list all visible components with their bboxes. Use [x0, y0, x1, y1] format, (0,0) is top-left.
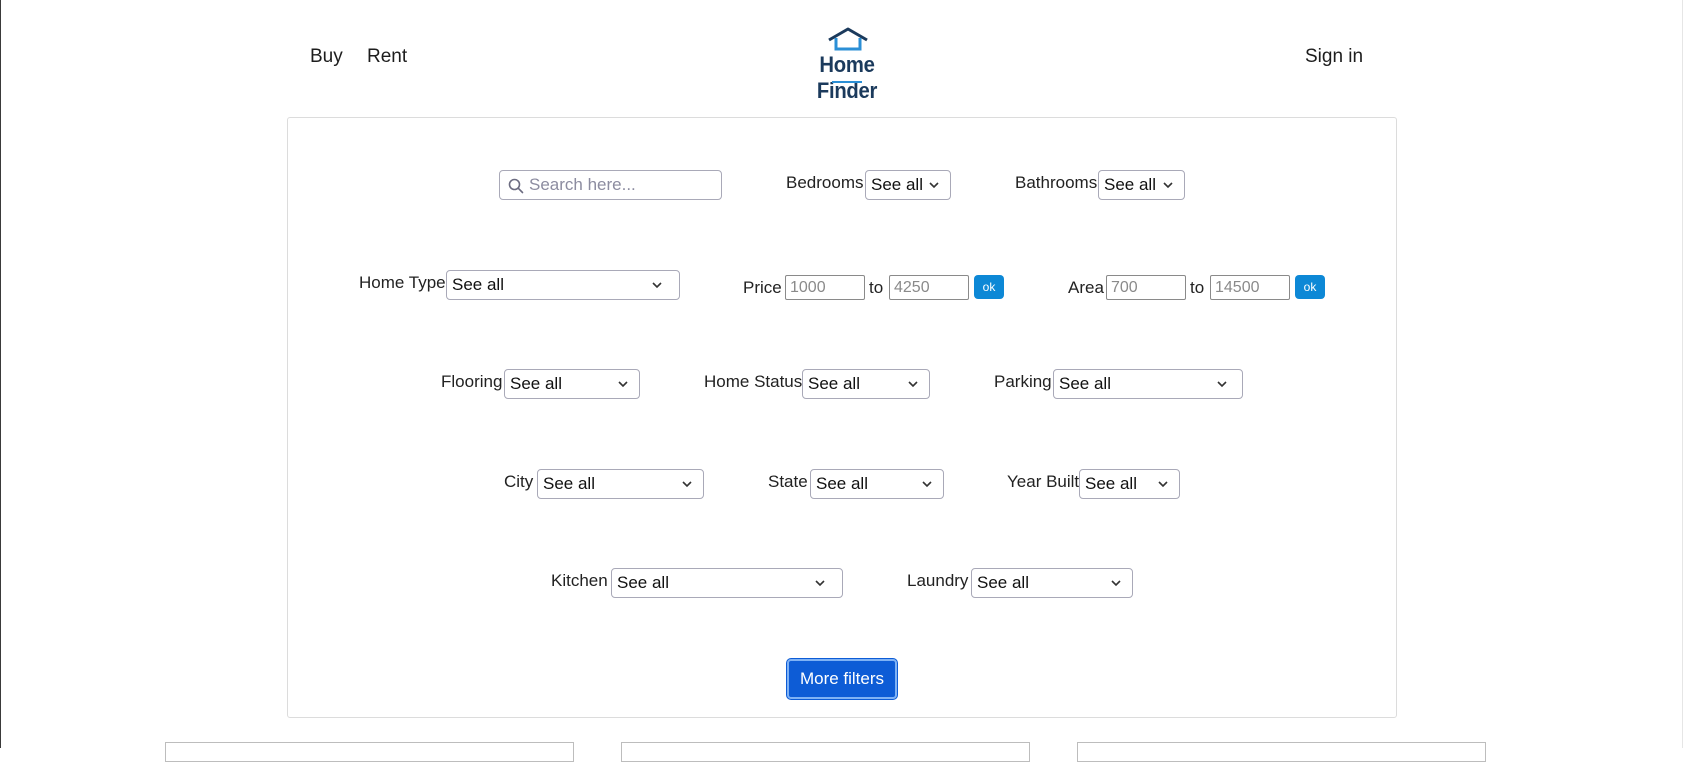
- area-max-input[interactable]: [1210, 275, 1290, 300]
- area-label: Area: [1068, 278, 1104, 297]
- flooring-label: Flooring: [441, 372, 503, 391]
- parking-label: Parking: [994, 372, 1052, 391]
- chevron-down-icon: [922, 481, 932, 488]
- flooring-select[interactable]: See all: [504, 369, 640, 399]
- home-status-value: See all: [808, 374, 860, 393]
- filter-panel: [287, 117, 1397, 718]
- bedrooms-value: See all: [871, 175, 923, 194]
- search-box[interactable]: [499, 170, 722, 200]
- laundry-select[interactable]: See all: [971, 568, 1133, 598]
- state-label: State: [768, 472, 808, 491]
- chevron-down-icon: [1111, 580, 1121, 587]
- flooring-value: See all: [510, 374, 562, 393]
- home-type-select[interactable]: See all: [446, 270, 680, 300]
- window-edge: [1682, 0, 1683, 748]
- chevron-down-icon: [929, 182, 939, 189]
- year-built-value: See all: [1085, 474, 1137, 493]
- sign-in-link[interactable]: Sign in: [1305, 45, 1363, 69]
- area-to-label: to: [1190, 278, 1205, 297]
- bathrooms-label: Bathrooms: [1015, 173, 1098, 192]
- home-type-label: Home Type: [359, 273, 446, 292]
- listing-card[interactable]: [621, 742, 1030, 762]
- kitchen-select[interactable]: See all: [611, 568, 843, 598]
- year-built-label: Year Built: [1007, 472, 1080, 491]
- parking-select[interactable]: See all: [1053, 369, 1243, 399]
- chevron-down-icon: [815, 580, 825, 587]
- price-ok-button[interactable]: ok: [974, 275, 1004, 299]
- kitchen-label: Kitchen: [551, 571, 608, 590]
- bedrooms-select[interactable]: See all: [865, 170, 951, 200]
- home-finder-logo[interactable]: Home Finder: [791, 27, 903, 103]
- state-select[interactable]: See all: [810, 469, 944, 499]
- listing-card[interactable]: [165, 742, 574, 762]
- chevron-down-icon: [618, 381, 628, 388]
- listing-card[interactable]: [1077, 742, 1486, 762]
- bedrooms-label: Bedrooms: [786, 173, 864, 192]
- laundry-value: See all: [977, 573, 1029, 592]
- price-to-label: to: [869, 278, 884, 297]
- state-value: See all: [816, 474, 868, 493]
- chevron-down-icon: [682, 481, 692, 488]
- nav-buy-link[interactable]: Buy: [310, 45, 343, 69]
- search-input[interactable]: [527, 173, 717, 197]
- chevron-down-icon: [908, 381, 918, 388]
- logo-text: Home Finder: [816, 52, 878, 103]
- nav-rent-link[interactable]: Rent: [367, 45, 407, 69]
- price-label: Price: [743, 278, 782, 297]
- logo-underline: [832, 81, 862, 83]
- home-status-select[interactable]: See all: [802, 369, 930, 399]
- price-min-input[interactable]: [785, 275, 865, 300]
- house-roof-icon: [828, 27, 868, 51]
- laundry-label: Laundry: [907, 571, 969, 590]
- home-status-label: Home Status: [704, 372, 803, 391]
- city-value: See all: [543, 474, 595, 493]
- price-max-input[interactable]: [889, 275, 969, 300]
- more-filters-button[interactable]: More filters: [787, 659, 897, 699]
- chevron-down-icon: [652, 282, 662, 289]
- parking-value: See all: [1059, 374, 1111, 393]
- year-built-select[interactable]: See all: [1079, 469, 1180, 499]
- search-icon: [508, 178, 524, 194]
- bathrooms-value: See all: [1104, 175, 1156, 194]
- chevron-down-icon: [1158, 481, 1168, 488]
- area-min-input[interactable]: [1106, 275, 1186, 300]
- kitchen-value: See all: [617, 573, 669, 592]
- chevron-down-icon: [1217, 381, 1227, 388]
- home-type-value: See all: [452, 275, 504, 294]
- bathrooms-select[interactable]: See all: [1098, 170, 1185, 200]
- area-ok-button[interactable]: ok: [1295, 275, 1325, 299]
- city-select[interactable]: See all: [537, 469, 704, 499]
- chevron-down-icon: [1163, 182, 1173, 189]
- city-label: City: [504, 472, 534, 491]
